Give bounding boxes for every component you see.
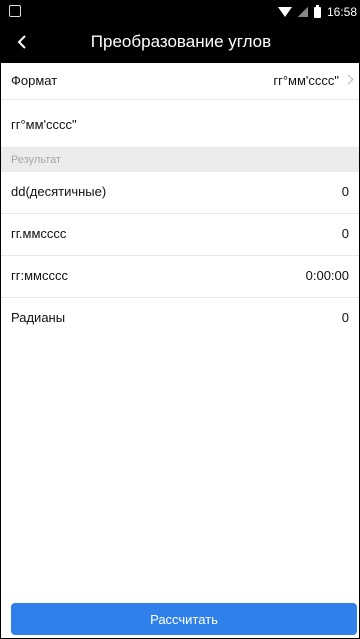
screen: 16:58 Преобразование углов Формат гг°мм'… (0, 0, 360, 639)
app-bar: Преобразование углов (1, 23, 359, 63)
result-row-ddmmss-colon: гг:ммсссс 0:00:00 (1, 256, 359, 298)
status-icons: 16:58 (277, 4, 357, 20)
result-label: гг.ммсссс (11, 226, 67, 241)
result-value: 0 (341, 310, 349, 325)
signal-icon (297, 7, 308, 17)
calculate-button[interactable]: Рассчитать (11, 603, 357, 635)
result-row-radians: Радианы 0 (1, 298, 359, 340)
status-time: 16:58 (326, 5, 357, 19)
chevron-right-icon (343, 74, 354, 85)
result-section-label: Результат (11, 154, 62, 166)
result-section-header: Результат (1, 148, 359, 172)
result-row-decimal: dd(десятичные) 0 (1, 172, 359, 214)
result-value: 0 (341, 184, 349, 199)
angle-input-field[interactable]: гг°мм'сссс" (1, 100, 359, 148)
format-label: Формат (11, 73, 58, 88)
page-title: Преобразование углов (90, 32, 272, 51)
top-bar: 16:58 Преобразование углов (1, 1, 359, 63)
main-content: Формат гг°мм'сссс" гг°мм'сссс" Результат… (1, 63, 359, 340)
angle-input-value: гг°мм'сссс" (11, 117, 77, 132)
format-value: гг°мм'сссс" (273, 73, 339, 88)
status-bar: 16:58 (1, 1, 359, 23)
image-notification-icon (9, 5, 21, 17)
result-label: гг:ммсссс (11, 268, 68, 283)
result-label: dd(десятичные) (11, 184, 107, 199)
battery-icon (313, 4, 321, 18)
result-value: 0 (341, 226, 349, 241)
result-label: Радианы (11, 310, 66, 325)
format-selector[interactable]: Формат гг°мм'сссс" (1, 63, 359, 100)
result-row-ddmmss-dot: гг.ммсссс 0 (1, 214, 359, 256)
result-value: 0:00:00 (305, 268, 349, 283)
wifi-icon (277, 7, 292, 17)
